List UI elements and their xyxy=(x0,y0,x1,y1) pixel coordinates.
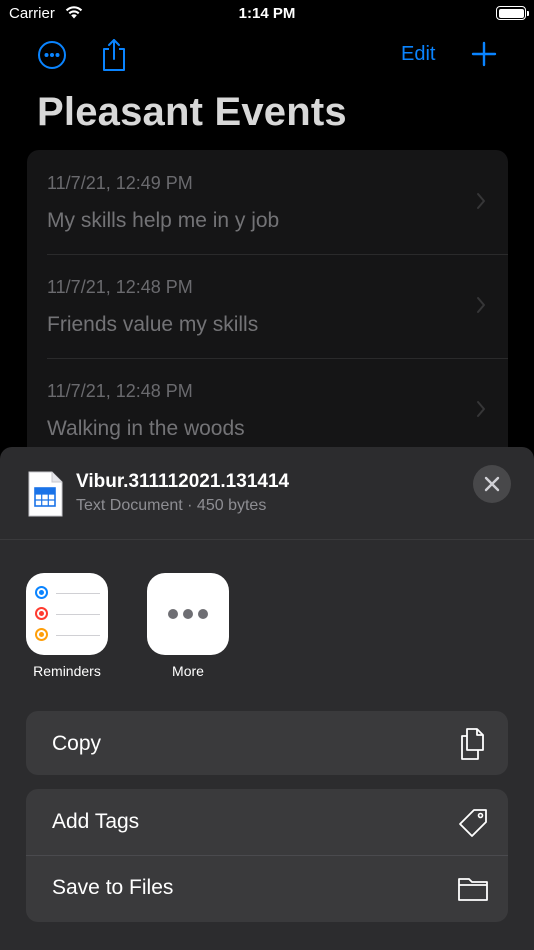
event-date: 11/7/21, 12:49 PM xyxy=(47,173,193,193)
share-icon xyxy=(103,39,125,71)
save-to-files-button[interactable]: Save to Files xyxy=(26,855,508,921)
event-date: 11/7/21, 12:48 PM xyxy=(47,277,193,297)
close-icon xyxy=(484,476,500,492)
folder-icon xyxy=(458,878,488,901)
list-item[interactable]: 11/7/21, 12:49 PM My skills help me in y… xyxy=(27,150,508,254)
file-actions-group: Add Tags Save to Files xyxy=(26,789,508,922)
event-text: Walking in the woods xyxy=(47,417,245,440)
action-label: Save to Files xyxy=(52,876,174,899)
list-item[interactable]: 11/7/21, 12:48 PM Friends value my skill… xyxy=(27,254,508,358)
app-reminders[interactable]: Reminders xyxy=(26,573,108,679)
clock: 1:14 PM xyxy=(238,5,296,22)
action-label: Add Tags xyxy=(52,810,140,833)
battery-icon xyxy=(496,6,529,20)
reminders-icon xyxy=(26,573,108,655)
app-label: Reminders xyxy=(33,663,101,679)
app-label: More xyxy=(172,663,204,679)
add-tags-button[interactable]: Add Tags xyxy=(26,789,508,855)
action-label: Copy xyxy=(52,732,102,755)
event-date: 11/7/21, 12:48 PM xyxy=(47,381,193,401)
events-list: 11/7/21, 12:49 PM My skills help me in y… xyxy=(27,150,508,470)
copy-icon xyxy=(461,728,484,760)
file-name: Vibur.311112021.131414 xyxy=(76,471,290,492)
event-text: Friends value my skills xyxy=(47,313,259,336)
share-apps-row: Reminders More xyxy=(0,573,534,683)
chevron-right-icon xyxy=(477,193,485,209)
partially-visible-action xyxy=(52,942,142,950)
spreadsheet-document-icon xyxy=(28,471,63,517)
close-button[interactable] xyxy=(473,465,511,503)
add-button[interactable] xyxy=(470,40,498,68)
share-sheet: Vibur.311112021.131414 Text Document · 4… xyxy=(0,447,534,950)
ellipsis-circle-icon xyxy=(38,41,66,69)
copy-action-group: Copy xyxy=(26,711,508,775)
copy-button[interactable]: Copy xyxy=(26,711,508,775)
plus-icon xyxy=(471,41,497,67)
event-text: My skills help me in y job xyxy=(47,209,280,232)
chevron-right-icon xyxy=(477,401,485,417)
file-meta: Text Document · 450 bytes xyxy=(76,497,267,514)
chevron-right-icon xyxy=(477,297,485,313)
edit-button[interactable]: Edit xyxy=(401,43,435,66)
ellipsis-icon xyxy=(147,573,229,655)
tag-icon xyxy=(459,809,487,837)
share-sheet-header: Vibur.311112021.131414 Text Document · 4… xyxy=(0,447,534,540)
page-title: Pleasant Events xyxy=(37,90,347,134)
app-more[interactable]: More xyxy=(147,573,229,679)
more-options-button[interactable] xyxy=(37,40,67,70)
share-button[interactable] xyxy=(99,37,129,73)
status-bar: Carrier 1:14 PM xyxy=(0,0,534,30)
